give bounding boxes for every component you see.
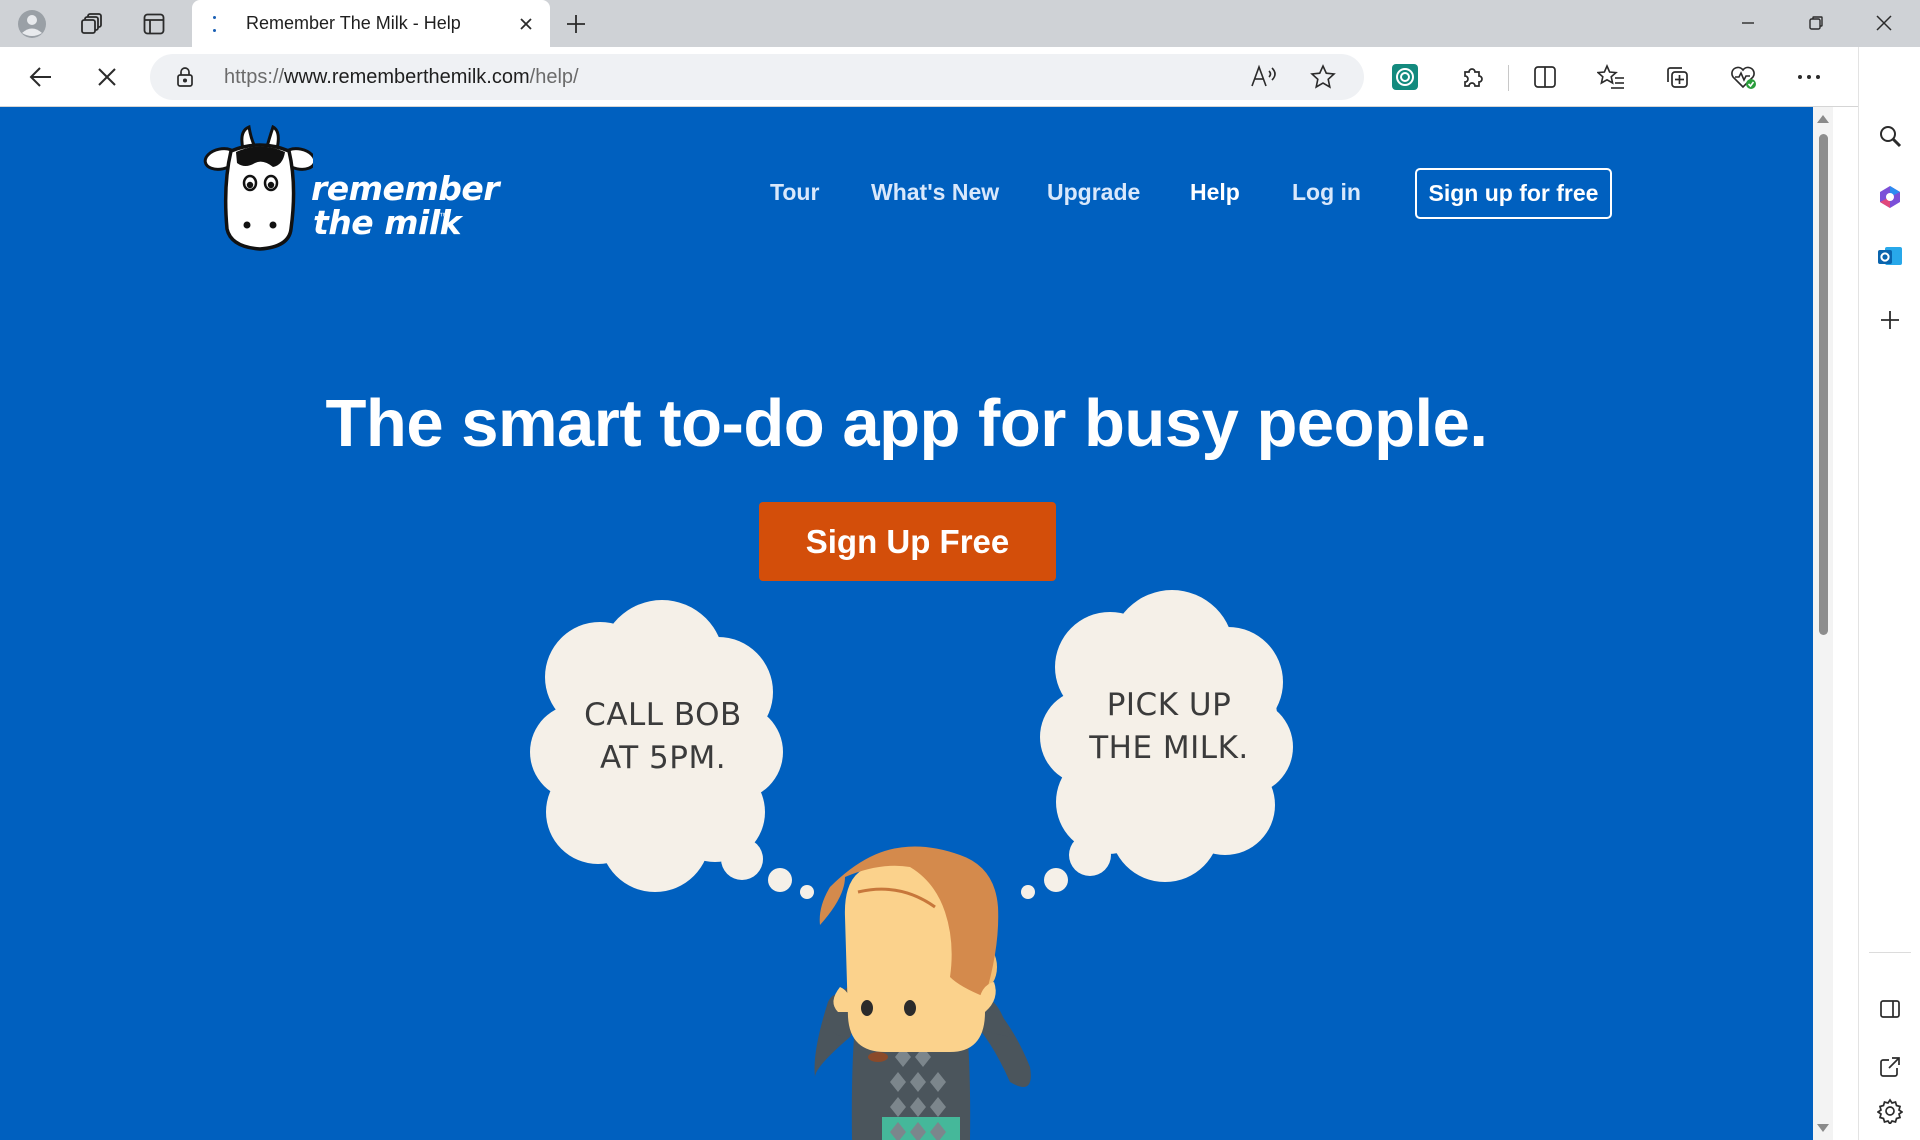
split-screen-icon[interactable] <box>1524 56 1566 98</box>
loading-icon <box>208 16 220 32</box>
tab-strip: Remember The Milk - Help <box>0 0 1920 48</box>
favorites-icon[interactable] <box>1590 56 1632 98</box>
close-window-icon[interactable] <box>1850 0 1918 46</box>
tab-actions-icon[interactable] <box>136 6 172 42</box>
hide-sidebar-icon[interactable] <box>1867 986 1913 1032</box>
favorite-star-icon[interactable] <box>1310 64 1336 95</box>
scroll-up-arrow-icon[interactable] <box>1817 115 1829 123</box>
minimize-icon[interactable] <box>1714 0 1782 46</box>
read-aloud-icon[interactable] <box>1250 64 1280 95</box>
scroll-thumb[interactable] <box>1819 134 1828 635</box>
web-page: remember the milk ™ Tour What's New Upgr… <box>0 107 1813 1140</box>
external-link-icon[interactable] <box>1867 1044 1913 1090</box>
add-icon[interactable] <box>1867 297 1913 343</box>
search-icon[interactable] <box>1867 113 1913 159</box>
thought-text-right: PICK UP THE MILK. <box>1089 687 1249 766</box>
stop-icon[interactable] <box>86 56 128 98</box>
toolbar: https://www.rememberthemilk.com/help/ <box>0 47 1920 107</box>
browser-window: Remember The Milk - Help https://www.rem… <box>0 0 1920 1140</box>
browser-essentials-icon[interactable] <box>1722 56 1764 98</box>
active-tab[interactable]: Remember The Milk - Help <box>192 0 550 48</box>
extensions-puzzle-icon[interactable] <box>1452 56 1494 98</box>
outlook-icon[interactable] <box>1867 233 1913 279</box>
sidebar-divider <box>1869 952 1911 953</box>
tab-title: Remember The Milk - Help <box>246 13 461 33</box>
more-icon[interactable] <box>1788 56 1830 98</box>
lock-icon[interactable] <box>176 66 194 93</box>
workspaces-icon[interactable] <box>74 6 110 42</box>
toolbar-divider <box>1508 65 1509 91</box>
back-icon[interactable] <box>20 56 62 98</box>
collections-icon[interactable] <box>1656 56 1698 98</box>
restore-icon[interactable] <box>1782 0 1850 46</box>
hero-illustration <box>530 590 1293 1140</box>
scroll-down-arrow-icon[interactable] <box>1817 1124 1829 1132</box>
page-scrollbar[interactable] <box>1813 107 1833 1140</box>
extension-app-icon[interactable] <box>1384 56 1426 98</box>
person-figure <box>814 846 1031 1140</box>
url-text: https://www.rememberthemilk.com/help/ <box>224 66 579 88</box>
edge-sidebar <box>1858 47 1920 1140</box>
copilot-sidebar-icon[interactable] <box>1867 174 1913 220</box>
plus-icon[interactable] <box>558 6 594 42</box>
address-bar[interactable]: https://www.rememberthemilk.com/help/ <box>150 54 1364 100</box>
close-icon[interactable] <box>510 8 542 40</box>
thought-text-left: CALL BOB AT 5PM. <box>584 697 742 776</box>
settings-gear-icon[interactable] <box>1867 1088 1913 1134</box>
profile-icon[interactable] <box>14 6 50 42</box>
